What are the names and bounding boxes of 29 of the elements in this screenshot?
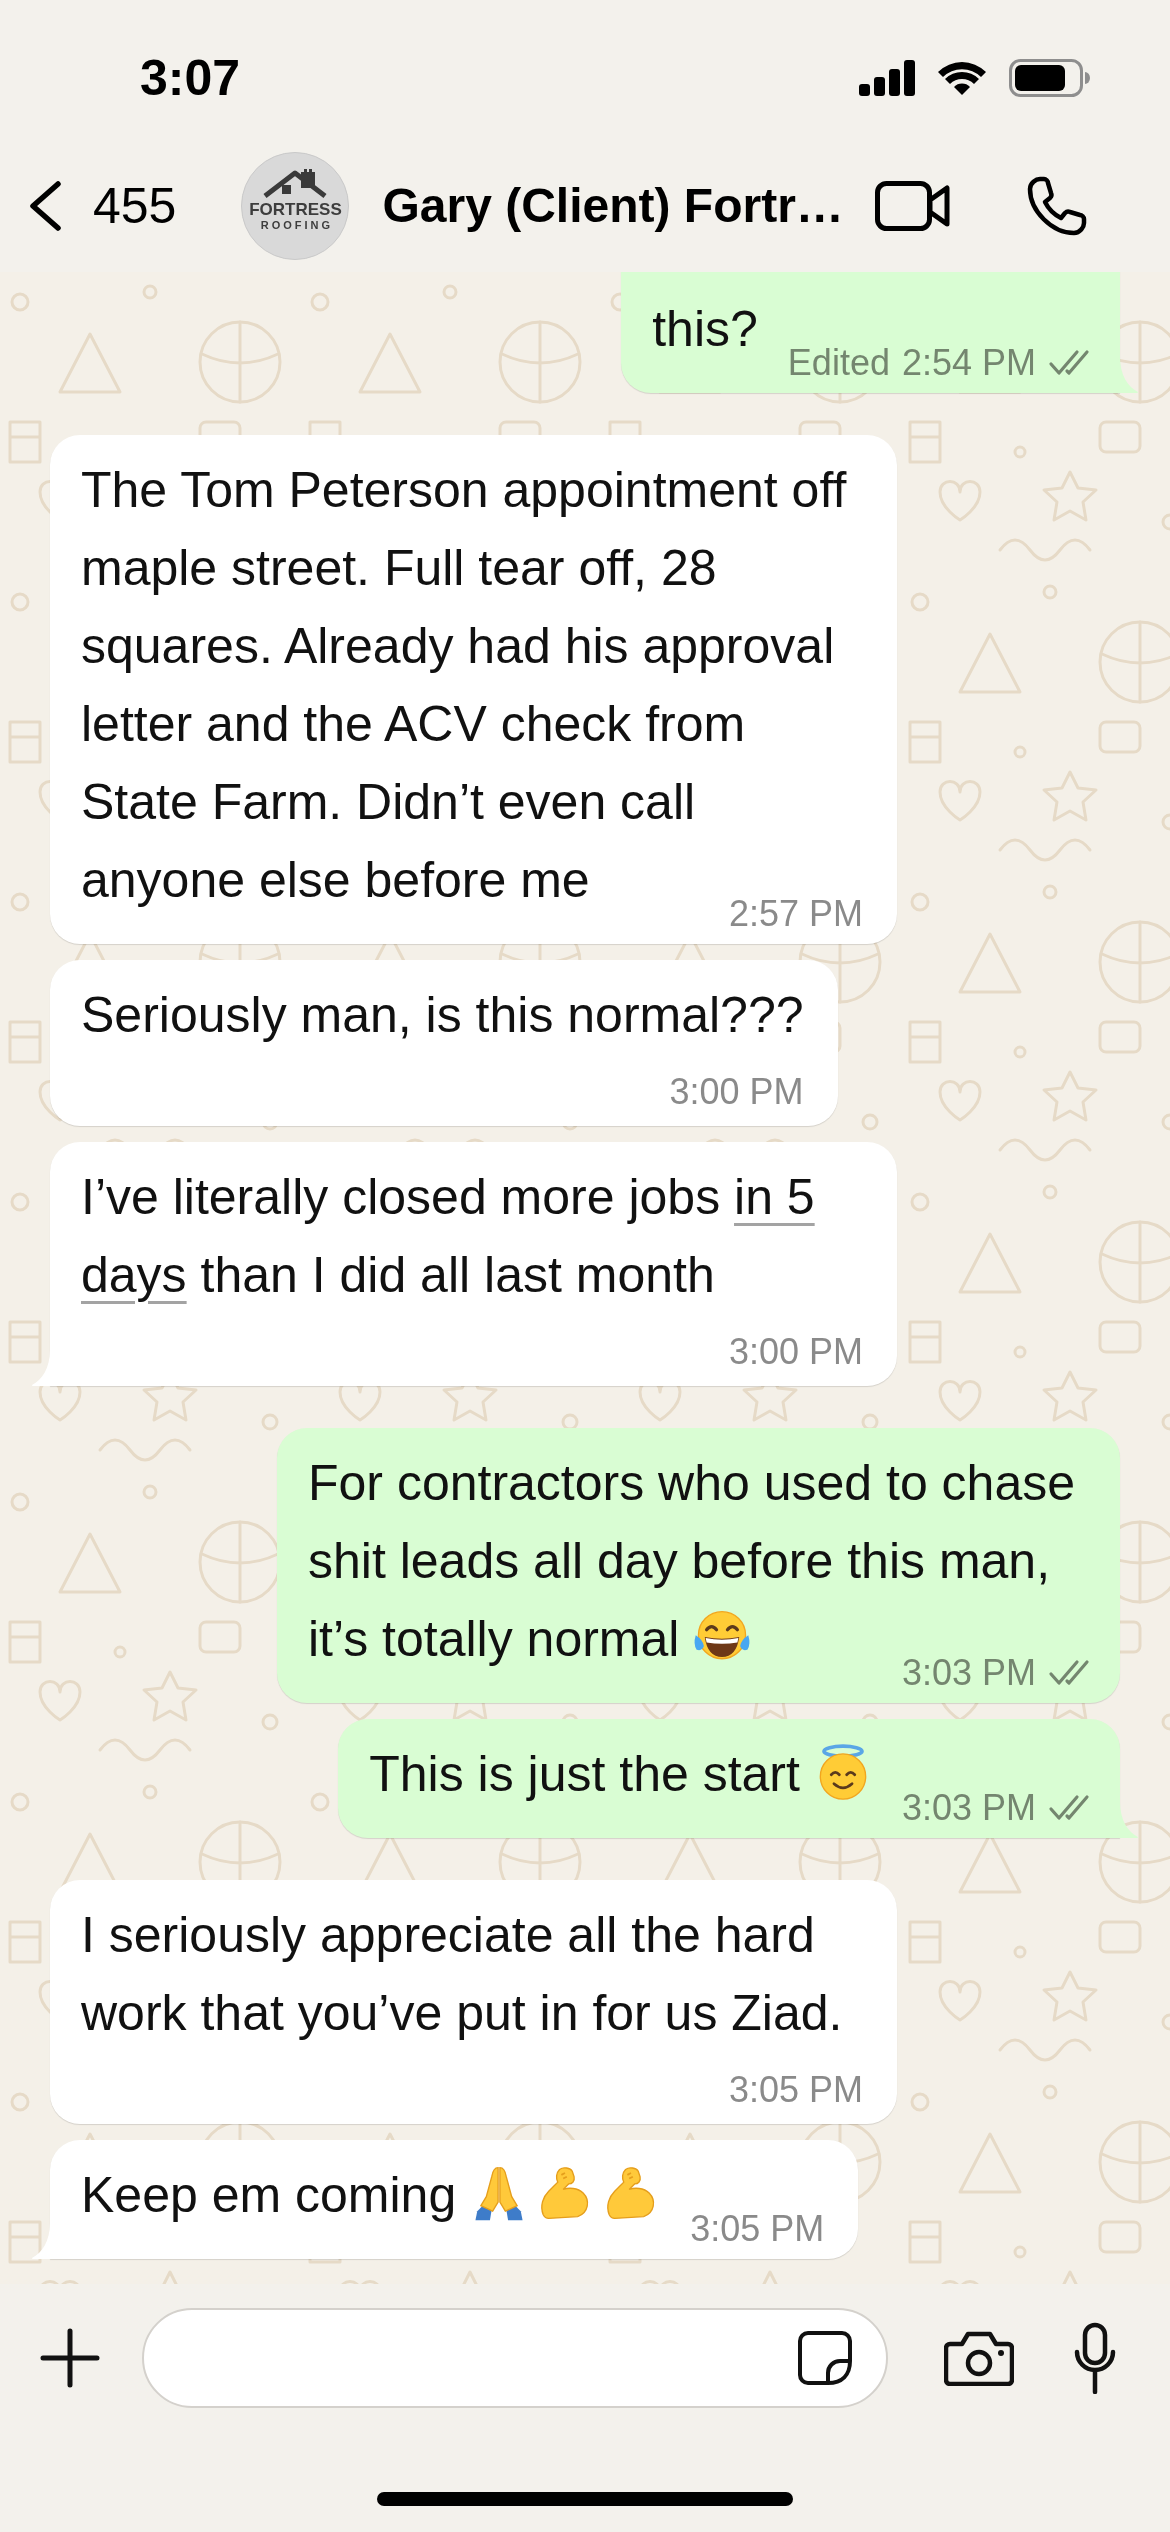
logo-text: ROOFING [259, 219, 334, 231]
sticker-icon[interactable] [798, 2331, 852, 2385]
message-time: 3:05 PM [728, 2076, 863, 2104]
message-time: 3:05 PM [690, 2215, 825, 2243]
contact-avatar[interactable]: FORTRESS ROOFING [241, 152, 350, 260]
wifi-icon [937, 60, 987, 96]
plus-icon[interactable] [40, 2328, 100, 2388]
chevron-left-icon [28, 181, 61, 231]
battery-icon [1009, 59, 1091, 97]
message-text: Seriously man, is this normal??? [81, 987, 804, 1043]
message-text: Keep em coming [81, 2167, 661, 2223]
message-text: this? [652, 301, 758, 357]
message-text: This is just the start [369, 1746, 872, 1802]
status-time: 3:07 [140, 53, 241, 103]
message-text: I seriously appreciate all the hard work that you’ve put in for us Ziad. [81, 1907, 843, 2041]
message-time: 3:00 PM [728, 1338, 863, 1366]
microphone-icon[interactable] [1072, 2322, 1118, 2394]
phone-icon[interactable] [1026, 175, 1088, 237]
cellular-signal-icon [859, 60, 915, 96]
edited-label: Edited [787, 349, 890, 377]
video-call-icon[interactable] [875, 181, 951, 231]
logo-text: FORTRESS [249, 201, 342, 218]
message-time: 2:54 PM [901, 349, 1036, 377]
message-text: I’ve literally closed more jobs in 5 days than I did all last month [81, 1169, 815, 1303]
back-button[interactable]: 455 [28, 181, 177, 231]
camera-icon[interactable] [944, 2330, 1014, 2386]
message-time: 3:03 PM [901, 1794, 1036, 1822]
contact-name[interactable]: Gary (Client) Fortr… [382, 182, 844, 230]
message-time: 3:00 PM [669, 1078, 804, 1106]
